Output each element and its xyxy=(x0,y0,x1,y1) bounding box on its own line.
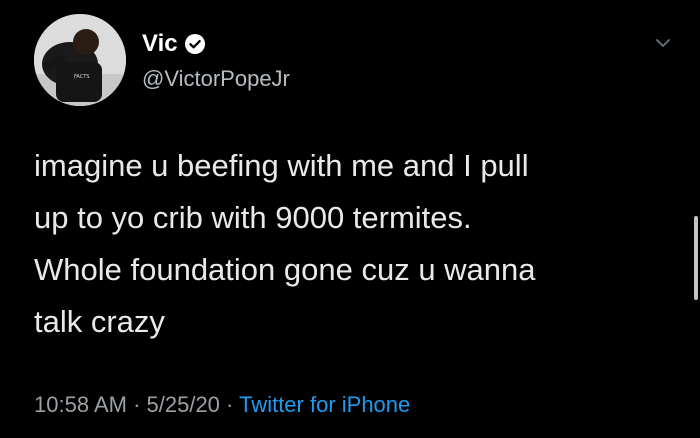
meta-separator: · xyxy=(126,392,147,417)
tweet-line: talk crazy xyxy=(34,304,165,339)
tweet-line: up to yo crib with 9000 termites. xyxy=(34,200,472,235)
tweet-line: Whole foundation gone cuz u wanna xyxy=(34,252,536,287)
display-name[interactable]: Vic xyxy=(142,30,178,58)
avatar[interactable]: FACTS xyxy=(34,14,126,106)
tweet-meta: 10:58 AM · 5/25/20 · Twitter for iPhone xyxy=(34,392,410,418)
tweet-text: imagine u beefing with me and I pull up … xyxy=(34,140,644,348)
avatar-image: FACTS xyxy=(34,14,126,106)
tweet-time[interactable]: 10:58 AM xyxy=(34,392,127,417)
tweet-header: FACTS Vic @VictorPopeJr xyxy=(34,14,674,114)
tweet-source-link[interactable]: Twitter for iPhone xyxy=(239,392,410,417)
user-handle[interactable]: @VictorPopeJr xyxy=(142,66,290,92)
display-name-row: Vic xyxy=(142,30,290,58)
chevron-down-icon[interactable] xyxy=(652,32,674,54)
tweet: FACTS Vic @VictorPopeJr imagine u beefin… xyxy=(0,0,700,438)
tweet-date[interactable]: 5/25/20 xyxy=(147,392,220,417)
meta-separator: · xyxy=(219,392,240,417)
verified-badge-icon xyxy=(184,33,206,55)
svg-text:FACTS: FACTS xyxy=(74,74,89,80)
scrollbar[interactable] xyxy=(694,216,698,300)
tweet-line: imagine u beefing with me and I pull xyxy=(34,148,529,183)
user-names: Vic @VictorPopeJr xyxy=(142,30,290,92)
